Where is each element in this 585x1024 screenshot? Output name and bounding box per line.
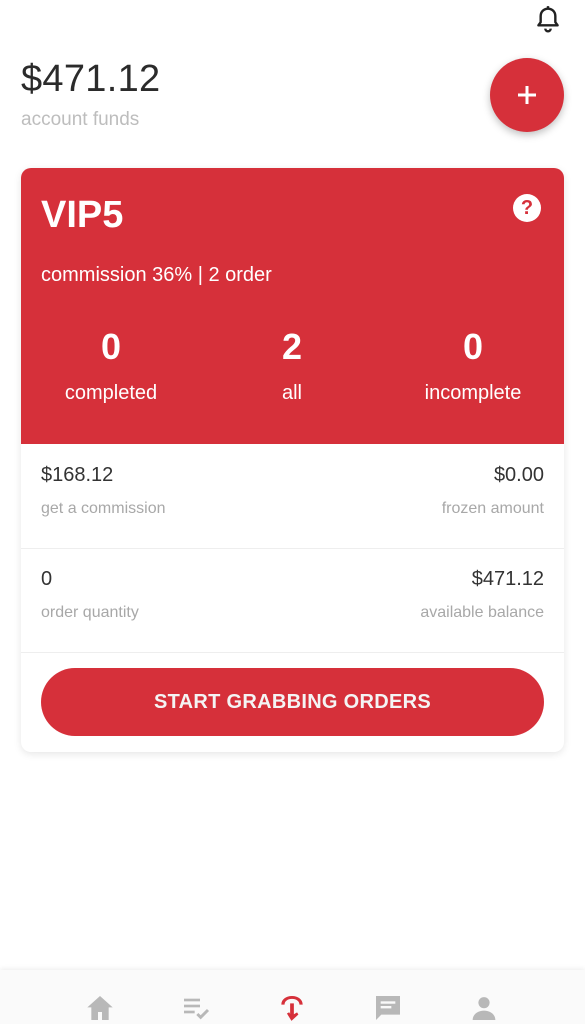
stat-all: 2 all — [202, 326, 382, 405]
tab-grab[interactable] — [272, 992, 312, 1024]
stat-completed-value: 0 — [100, 326, 122, 367]
account-balance-label: account funds — [21, 109, 140, 130]
stat-incomplete: 0 incomplete — [383, 326, 563, 405]
add-funds-button[interactable] — [490, 58, 564, 132]
message-icon — [376, 996, 400, 1020]
bell-icon[interactable] — [532, 4, 564, 36]
stat-completed-label: completed — [64, 382, 158, 404]
commission-label: get a commission — [41, 500, 166, 517]
order-quantity-label: order quantity — [41, 604, 139, 621]
tab-messages[interactable] — [368, 992, 408, 1024]
stat-all-value: 2 — [281, 326, 303, 367]
start-grabbing-orders-button[interactable]: START GRABBING ORDERS — [41, 668, 544, 736]
bottom-navigation — [0, 970, 585, 1024]
order-quantity-value: 0 — [41, 568, 53, 590]
help-icon[interactable]: ? — [513, 194, 541, 222]
stat-incomplete-label: incomplete — [424, 382, 522, 404]
balance-row: 0 order quantity $471.12 available balan… — [21, 548, 564, 653]
playlist-check-icon — [184, 998, 210, 1020]
stat-incomplete-value: 0 — [462, 326, 484, 367]
available-balance-label: available balance — [420, 604, 544, 621]
stat-completed: 0 completed — [21, 326, 201, 405]
vip-panel: VIP5 ? commission 36% | 2 order 0 comple… — [21, 168, 564, 444]
tab-profile[interactable] — [464, 992, 504, 1024]
commission-row: $168.12 get a commission $0.00 frozen am… — [21, 444, 564, 549]
available-balance-value: $471.12 — [471, 568, 544, 590]
plus-icon — [518, 86, 536, 104]
tab-orders[interactable] — [176, 992, 216, 1024]
grab-order-icon — [281, 996, 303, 1021]
order-summary-card: VIP5 ? commission 36% | 2 order 0 comple… — [21, 168, 564, 752]
vip-commission-info: commission 36% | 2 order — [41, 264, 272, 286]
vip-level: VIP5 — [41, 194, 124, 236]
account-balance: $471.12 — [21, 58, 161, 100]
commission-value: $168.12 — [41, 464, 114, 486]
frozen-amount-label: frozen amount — [441, 500, 544, 517]
tab-home[interactable] — [80, 992, 120, 1024]
person-icon — [472, 997, 496, 1020]
home-icon — [87, 996, 113, 1020]
stat-all-label: all — [281, 382, 302, 404]
frozen-amount-value: $0.00 — [493, 464, 544, 486]
